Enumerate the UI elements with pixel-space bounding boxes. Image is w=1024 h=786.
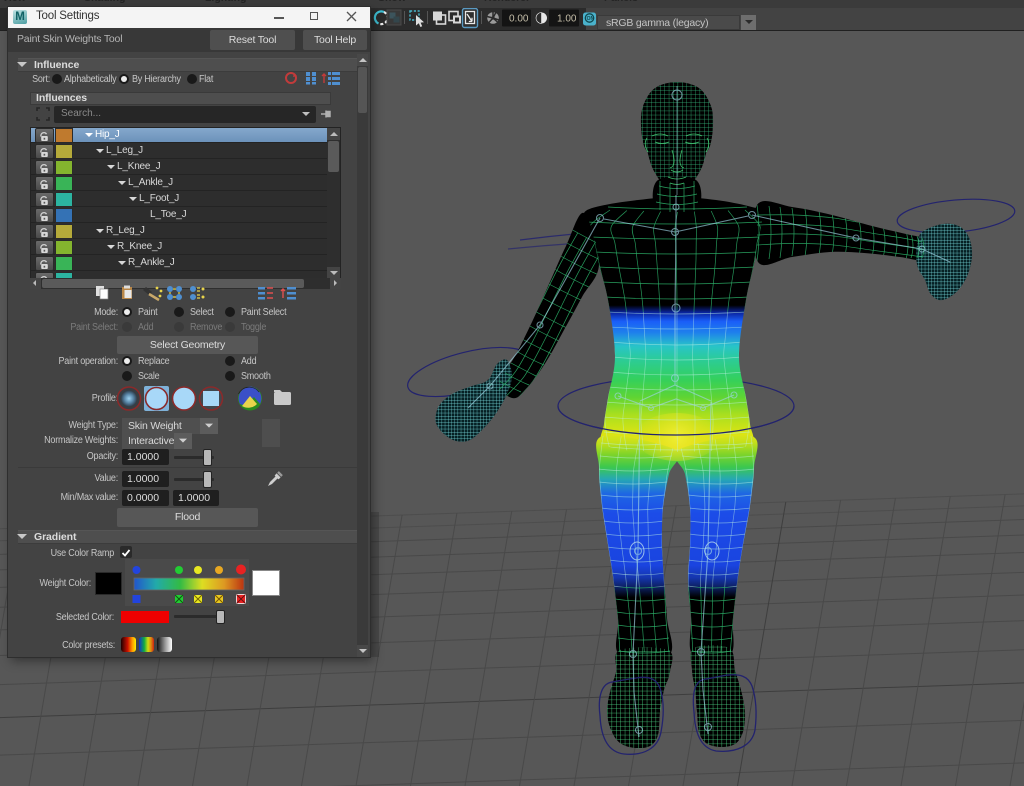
svg-text:1.00: 1.00 [557,14,577,25]
svg-text:0.00: 0.00 [509,14,529,25]
svg-text:ON: ON [587,16,595,22]
